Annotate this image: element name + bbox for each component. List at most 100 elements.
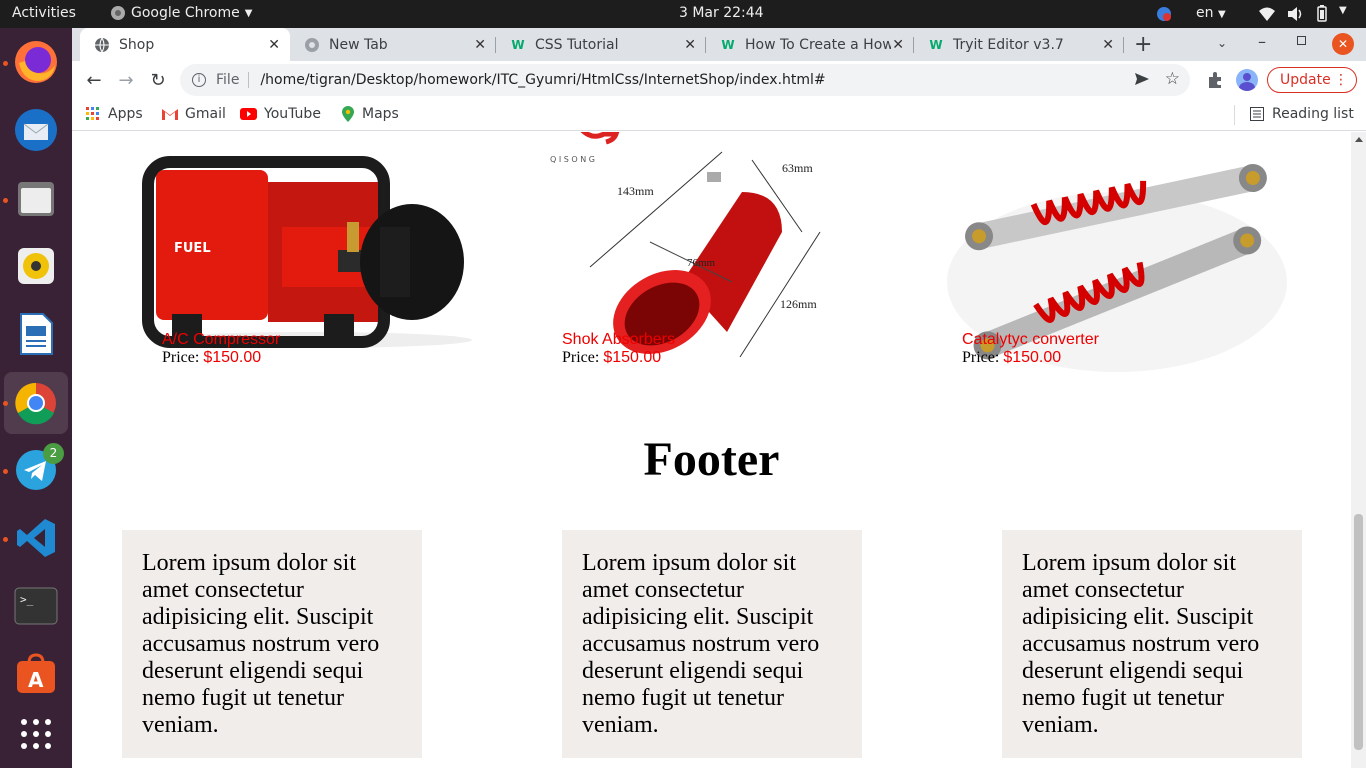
extensions-icon[interactable] bbox=[1206, 71, 1224, 93]
price-label: Price: bbox=[162, 349, 200, 366]
dimension-label: 126mm bbox=[780, 297, 817, 311]
reading-list-icon bbox=[1250, 107, 1264, 121]
reading-list-button[interactable]: Reading list bbox=[1250, 106, 1354, 122]
close-tab-icon[interactable]: ✕ bbox=[1102, 37, 1114, 53]
chrome-tab-icon bbox=[304, 37, 320, 53]
browser-window: Shop ✕ New Tab ✕ W CSS Tutorial ✕ W How … bbox=[72, 28, 1366, 768]
vscode-icon[interactable] bbox=[10, 512, 62, 564]
new-tab-plus-icon[interactable]: + bbox=[1134, 32, 1152, 57]
scroll-up-arrow-icon[interactable] bbox=[1355, 137, 1363, 142]
writer-icon[interactable] bbox=[10, 308, 62, 360]
rhythmbox-icon[interactable] bbox=[10, 240, 62, 292]
chevron-down-icon: ▼ bbox=[244, 7, 253, 19]
maximize-icon[interactable] bbox=[1297, 36, 1306, 45]
bookmark-maps[interactable]: Maps bbox=[342, 106, 399, 122]
activities-button[interactable]: Activities bbox=[12, 5, 76, 21]
profile-avatar[interactable] bbox=[1236, 69, 1258, 91]
send-icon[interactable] bbox=[1134, 71, 1150, 91]
tab-shop[interactable]: Shop ✕ bbox=[80, 28, 290, 61]
tab-search-chevron-icon[interactable]: ⌄ bbox=[1217, 36, 1227, 50]
files-icon[interactable] bbox=[10, 172, 62, 224]
price-label: Price: bbox=[562, 349, 600, 366]
chrome-dock-icon[interactable] bbox=[4, 372, 68, 434]
tab-strip: Shop ✕ New Tab ✕ W CSS Tutorial ✕ W How … bbox=[72, 28, 1366, 61]
close-tab-icon[interactable]: ✕ bbox=[892, 37, 904, 53]
software-center-icon[interactable]: A bbox=[10, 648, 62, 700]
w3schools-icon: W bbox=[511, 37, 525, 52]
app-menu-button[interactable]: Google Chrome ▼ bbox=[110, 5, 252, 21]
bookmarks-separator bbox=[1234, 105, 1235, 125]
tab-tryit-editor[interactable]: W Tryit Editor v3.7 ✕ bbox=[914, 28, 1124, 61]
product-name[interactable]: Catalytyc converter bbox=[962, 331, 1099, 349]
tab-new-tab[interactable]: New Tab ✕ bbox=[290, 28, 496, 61]
battery-icon[interactable] bbox=[1317, 5, 1327, 26]
wifi-icon[interactable] bbox=[1258, 6, 1276, 26]
tab-label: Tryit Editor v3.7 bbox=[953, 36, 1064, 53]
close-window-icon[interactable]: ✕ bbox=[1332, 33, 1354, 55]
tab-label: CSS Tutorial bbox=[535, 36, 619, 53]
w3schools-icon: W bbox=[721, 37, 735, 52]
notification-icon[interactable] bbox=[1156, 6, 1172, 26]
terminal-icon[interactable]: >_ bbox=[10, 580, 62, 632]
scrollbar-thumb[interactable] bbox=[1354, 514, 1363, 750]
svg-text:>_: >_ bbox=[20, 593, 34, 606]
product-name[interactable]: Shok Absorbers bbox=[562, 331, 675, 349]
telegram-badge: 2 bbox=[43, 443, 64, 464]
page-scrollbar[interactable] bbox=[1351, 132, 1366, 768]
system-menu-chevron-icon[interactable]: ▼ bbox=[1339, 5, 1347, 16]
tab-css-tutorial[interactable]: W CSS Tutorial ✕ bbox=[496, 28, 706, 61]
bookmark-youtube[interactable]: YouTube bbox=[240, 106, 321, 122]
volume-icon[interactable] bbox=[1287, 6, 1303, 26]
dimension-label: 143mm bbox=[617, 184, 654, 198]
tab-label: New Tab bbox=[329, 36, 388, 53]
footer-box: Lorem ipsum dolor sit amet consectetur a… bbox=[562, 530, 862, 758]
close-tab-icon[interactable]: ✕ bbox=[474, 37, 486, 53]
address-bar[interactable]: i File /home/tigran/Desktop/homework/ITC… bbox=[180, 64, 1190, 96]
reading-list-label: Reading list bbox=[1272, 106, 1354, 122]
close-tab-icon[interactable]: ✕ bbox=[268, 37, 280, 53]
bookmark-gmail[interactable]: Gmail bbox=[162, 106, 226, 122]
tab-separator bbox=[1123, 37, 1124, 53]
product-price: Price: $150.00 bbox=[962, 349, 1061, 367]
product-price: Price: $150.00 bbox=[162, 349, 261, 367]
thunderbird-icon[interactable] bbox=[10, 104, 62, 156]
show-apps-icon[interactable] bbox=[10, 708, 62, 760]
product-card[interactable]: FUEL A/C Compressor Price: $150.00 bbox=[142, 132, 502, 392]
gmail-icon bbox=[162, 109, 178, 120]
language-indicator[interactable]: en ▼ bbox=[1196, 5, 1226, 21]
firefox-icon[interactable] bbox=[10, 36, 62, 88]
footer-heading: Footer bbox=[643, 433, 780, 486]
product-price: Price: $150.00 bbox=[562, 349, 661, 367]
tab-label: Shop bbox=[119, 36, 155, 53]
product-name[interactable]: A/C Compressor bbox=[162, 331, 280, 349]
bookmark-apps[interactable]: Apps bbox=[86, 106, 143, 122]
running-indicator bbox=[3, 537, 8, 542]
product-card[interactable]: Q I S O N G 143mm 63mm 76mm 126mm Shok A… bbox=[542, 132, 902, 392]
qisong-label: Q I S O N G bbox=[550, 155, 595, 164]
apps-grid-icon bbox=[86, 107, 99, 120]
dock: 2 >_ A bbox=[0, 28, 72, 768]
minimize-icon[interactable]: – bbox=[1258, 32, 1266, 51]
product-card[interactable]: Catalytyc converter Price: $150.00 bbox=[937, 132, 1297, 392]
back-arrow-icon[interactable]: ← bbox=[80, 67, 108, 93]
update-button[interactable]: Update ⋮ bbox=[1267, 67, 1357, 93]
info-icon[interactable]: i bbox=[192, 73, 206, 87]
w3schools-icon: W bbox=[929, 37, 943, 52]
clock[interactable]: 3 Mar 22:44 bbox=[679, 5, 764, 21]
url-text[interactable]: /home/tigran/Desktop/homework/ITC_Gyumri… bbox=[260, 72, 825, 88]
close-tab-icon[interactable]: ✕ bbox=[684, 37, 696, 53]
omnibox-separator bbox=[248, 72, 250, 88]
reload-icon[interactable]: ↻ bbox=[144, 67, 172, 93]
footer-box: Lorem ipsum dolor sit amet consectetur a… bbox=[122, 530, 422, 758]
bookmark-star-icon[interactable]: ☆ bbox=[1165, 69, 1180, 89]
language-label: en bbox=[1196, 5, 1214, 21]
dimension-label: 76mm bbox=[687, 257, 716, 269]
youtube-icon bbox=[240, 108, 257, 120]
dimension-label: 63mm bbox=[782, 161, 813, 175]
tab-how-to[interactable]: W How To Create a How ✕ bbox=[706, 28, 914, 61]
bookmarks-bar: Apps Gmail YouTube Maps Reading list bbox=[72, 99, 1366, 131]
forward-arrow-icon[interactable]: → bbox=[112, 67, 140, 93]
bookmark-label: Maps bbox=[362, 106, 399, 122]
bookmark-label: YouTube bbox=[264, 106, 321, 122]
running-indicator bbox=[3, 198, 8, 203]
